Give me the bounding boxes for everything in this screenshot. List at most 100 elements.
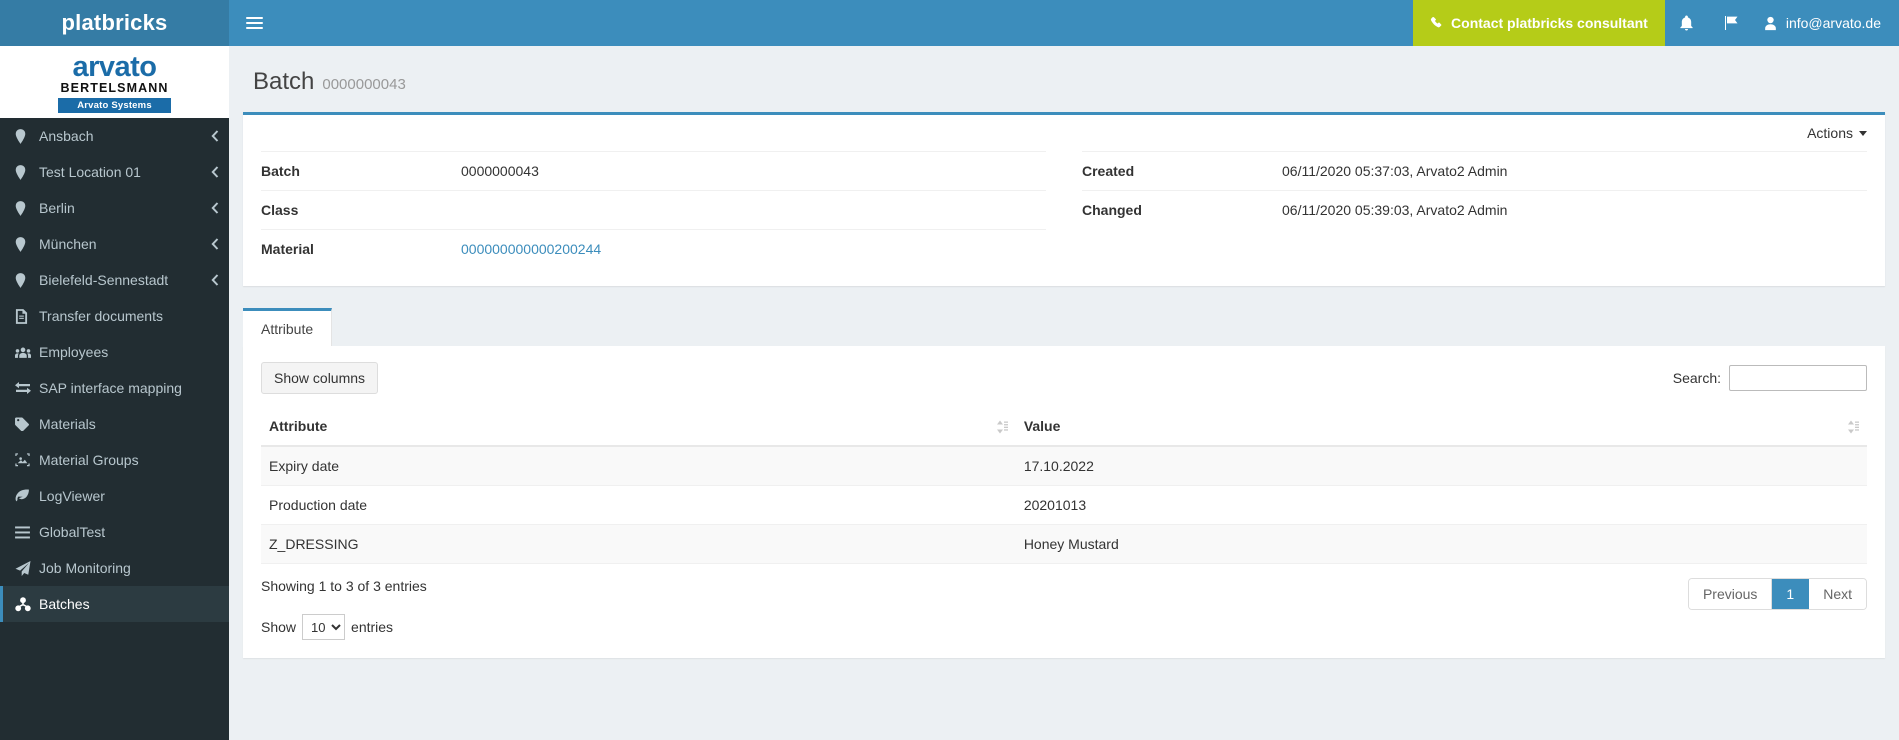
table-row[interactable]: Production date 20201013: [261, 485, 1867, 525]
sidebar-nav: Ansbach Test Location 01 Berlin München Biel…: [0, 118, 229, 740]
sidebar-item-label: Test Location 01: [39, 164, 141, 180]
attribute-tab-panel: Show columns Search: Attribute Value Exp…: [243, 346, 1885, 658]
sidebar-item-ansbach[interactable]: Ansbach: [0, 118, 229, 154]
sidebar-item-globaltest[interactable]: GlobalTest: [0, 514, 229, 550]
pagination-next-button[interactable]: Next: [1809, 579, 1866, 609]
detail-label: Created: [1082, 163, 1135, 179]
sidebar-item-label: Material Groups: [39, 452, 139, 468]
sidebar-item-material-groups[interactable]: Material Groups: [0, 442, 229, 478]
sidebar-item-job-monitoring[interactable]: Job Monitoring: [0, 550, 229, 586]
page-length-select[interactable]: 102550100: [302, 614, 346, 640]
cell-value: 20201013: [1015, 485, 1867, 525]
sidebar-item-employees[interactable]: Employees: [0, 334, 229, 370]
exchange-icon: [15, 381, 39, 395]
material-link[interactable]: 000000000000200244: [461, 241, 601, 257]
sidebar-item-transfer-documents[interactable]: Transfer documents: [0, 298, 229, 334]
table-info-label: Showing 1 to 3 of 3 entries: [261, 578, 427, 594]
table-row[interactable]: Z_DRESSING Honey Mustard: [261, 524, 1867, 564]
panel-toolbar: Actions: [243, 115, 1885, 151]
page-length-prefix-label: Show: [261, 619, 297, 635]
sidebar-item-label: Employees: [39, 344, 109, 360]
sidebar: arvato BERTELSMANN Arvato Systems Ansbac…: [0, 46, 229, 740]
flags-button[interactable]: [1709, 0, 1753, 46]
sidebar-item-label: Bielefeld-Sennestadt: [39, 272, 169, 288]
user-email-label: info@arvato.de: [1785, 15, 1881, 31]
show-columns-button[interactable]: Show columns: [261, 362, 379, 394]
detail-value: 06/11/2020 05:37:03, Arvato2 Admin: [1282, 163, 1508, 179]
user-icon: [1763, 16, 1778, 31]
batch-detail-grid: Batch 0000000043 Class Material 000000000000…: [243, 151, 1885, 286]
notifications-button[interactable]: [1665, 0, 1709, 46]
detail-value: 06/11/2020 05:39:03, Arvato2 Admin: [1282, 202, 1508, 218]
phone-icon: [1430, 16, 1444, 30]
tab-attribute[interactable]: Attribute: [243, 308, 333, 346]
sidebar-item-batches[interactable]: Batches: [0, 586, 229, 622]
sidebar-item-label: SAP interface mapping: [39, 380, 182, 396]
pagination-page-1[interactable]: 1: [1772, 579, 1810, 609]
table-toolbar: Show columns Search:: [261, 360, 1867, 408]
cell-value: Honey Mustard: [1015, 524, 1867, 564]
logo-arvato-text: arvato: [72, 50, 157, 83]
detail-value-cell: [461, 202, 1046, 218]
bell-icon: [1679, 15, 1694, 31]
sidebar-item-logviewer[interactable]: LogViewer: [0, 478, 229, 514]
app-root: platbricks Contact platbricks consultant: [0, 0, 1899, 740]
user-menu[interactable]: info@arvato.de: [1753, 0, 1899, 46]
chevron-left-icon: [211, 166, 219, 178]
column-header-attribute[interactable]: Attribute: [261, 408, 1016, 447]
flag-icon: [1723, 15, 1739, 31]
sidebar-item-test-location-01[interactable]: Test Location 01: [0, 154, 229, 190]
logo-arvato-systems-badge: Arvato Systems: [58, 98, 171, 114]
contact-consultant-button[interactable]: Contact platbricks consultant: [1413, 0, 1665, 46]
search-label: Search:: [1672, 370, 1721, 386]
arvato-logo: arvato BERTELSMANN Arvato Systems: [0, 46, 229, 118]
page-subtitle: 0000000043: [322, 76, 406, 93]
tag-icon: [15, 417, 39, 431]
paper-plane-icon: [15, 560, 39, 576]
detail-value-cell: 000000000000200244: [461, 241, 1046, 257]
table-header-row: Attribute Value: [261, 408, 1867, 447]
sidebar-item-berlin[interactable]: Berlin: [0, 190, 229, 226]
detail-label: Changed: [1082, 202, 1142, 218]
chevron-left-icon: [211, 274, 219, 286]
sidebar-item-label: Ansbach: [39, 128, 94, 144]
topbar-right-group: Contact platbricks consultant info@arvat…: [1413, 0, 1899, 46]
actions-dropdown-button[interactable]: Actions: [1807, 125, 1867, 141]
caret-down-icon: [1859, 130, 1867, 136]
brand-logo[interactable]: platbricks: [0, 0, 229, 46]
sidebar-item-label: GlobalTest: [39, 524, 106, 540]
sidebar-toggle-button[interactable]: [229, 0, 279, 46]
page-header: Batch 0000000043: [243, 46, 1885, 112]
pagination-previous-button[interactable]: Previous: [1688, 579, 1773, 609]
detail-row: Class: [261, 190, 1046, 229]
main-content: Batch 0000000043 Actions Batch 0000000043 C…: [229, 46, 1899, 740]
sidebar-item-label: Berlin: [39, 200, 75, 216]
leaf-icon: [15, 489, 39, 503]
map-pin-icon: [15, 236, 39, 252]
detail-value-cell: 0000000043: [461, 163, 1046, 179]
detail-value-cell: 06/11/2020 05:37:03, Arvato2 Admin: [1282, 163, 1867, 179]
sidebar-item-label: Batches: [39, 596, 90, 612]
page-length-group: Show 102550100 entries: [261, 614, 427, 640]
tab-strip: Attribute: [243, 308, 1885, 346]
detail-value-cell: 06/11/2020 05:39:03, Arvato2 Admin: [1282, 202, 1867, 218]
topbar-content: Contact platbricks consultant info@arvat…: [229, 0, 1899, 46]
page-title: Batch: [253, 68, 315, 95]
column-header-value[interactable]: Value: [1015, 408, 1867, 447]
sidebar-item-bielefeld-sennestadt[interactable]: Bielefeld-Sennestadt: [0, 262, 229, 298]
detail-label: Batch: [261, 163, 300, 179]
sidebar-item-materials[interactable]: Materials: [0, 406, 229, 442]
pagination: Previous 1 Next: [1687, 578, 1867, 610]
search-input[interactable]: [1729, 365, 1867, 391]
table-head: Attribute Value: [261, 408, 1867, 447]
table-row[interactable]: Expiry date 17.10.2022: [261, 446, 1867, 486]
sidebar-item-sap-interface-mapping[interactable]: SAP interface mapping: [0, 370, 229, 406]
map-pin-icon: [15, 128, 39, 144]
sidebar-item-label: Job Monitoring: [39, 560, 131, 576]
sidebar-item-m-nchen[interactable]: München: [0, 226, 229, 262]
logo-bertelsmann-text: BERTELSMANN: [60, 80, 169, 95]
chevron-left-icon: [211, 202, 219, 214]
table-body: Expiry date 17.10.2022 Production date 2020…: [261, 446, 1867, 564]
document-icon: [15, 308, 39, 324]
table-footer: Showing 1 to 3 of 3 entries Show 1025501…: [261, 564, 1867, 640]
